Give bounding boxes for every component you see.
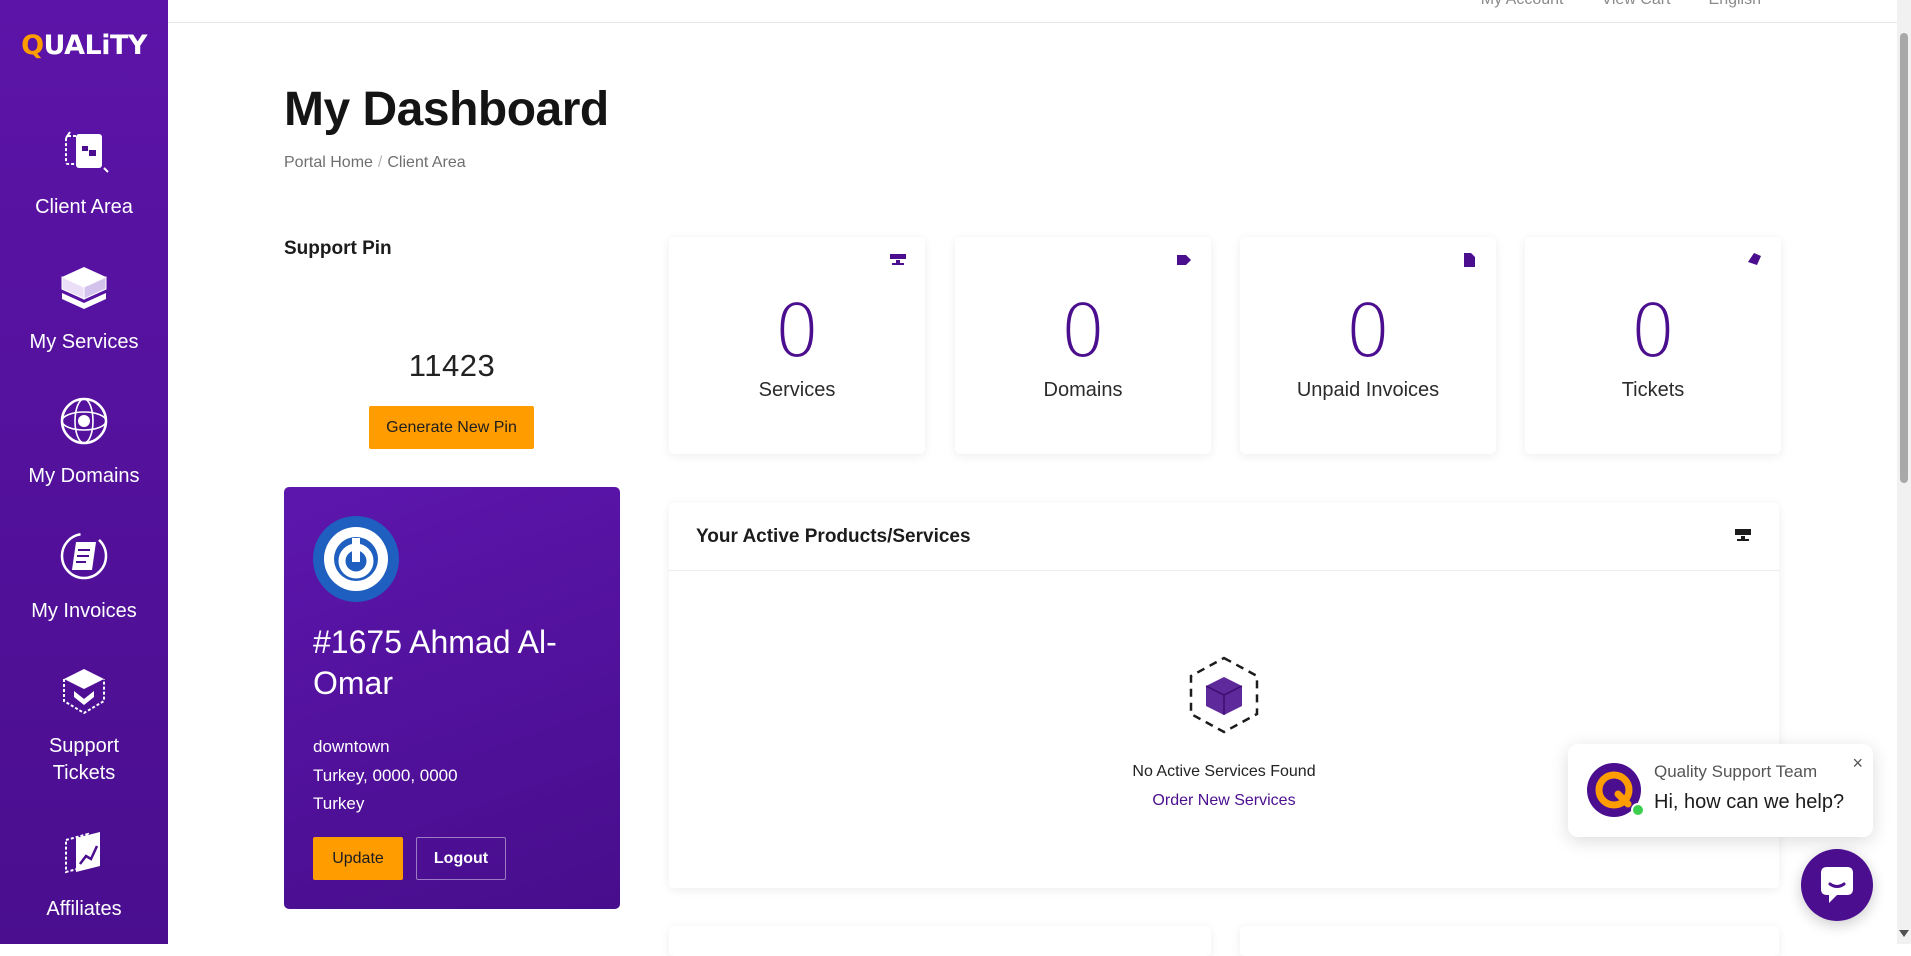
my-account-link[interactable]: My Account bbox=[1481, 0, 1564, 9]
document-icon bbox=[1464, 253, 1475, 267]
profile-card: #1675 Ahmad Al-Omar downtown Turkey, 000… bbox=[284, 487, 620, 909]
stat-label: Domains bbox=[1043, 379, 1123, 401]
top-bar: My Account View Cart English bbox=[168, 0, 1911, 23]
lower-card-left bbox=[669, 926, 1211, 956]
sidebar-item-label: My Invoices bbox=[31, 600, 137, 622]
chat-team-name: Quality Support Team bbox=[1654, 762, 1818, 781]
stat-tile-unpaid-invoices[interactable]: 0 Unpaid Invoices bbox=[1240, 237, 1496, 454]
view-cart-link[interactable]: View Cart bbox=[1601, 0, 1670, 9]
sidebar-item-my-domains[interactable]: My Domains bbox=[0, 393, 168, 490]
chat-icon bbox=[1821, 867, 1853, 903]
affiliates-chart-icon bbox=[65, 832, 100, 874]
stat-tile-tickets[interactable]: 0 Tickets bbox=[1525, 237, 1781, 454]
server-icon bbox=[1735, 529, 1751, 541]
ticket-box-icon bbox=[63, 669, 105, 715]
online-status-dot bbox=[1631, 803, 1645, 817]
tag-icon bbox=[1177, 255, 1191, 265]
address-line-3: Turkey bbox=[313, 794, 365, 813]
support-pin-value: 11423 bbox=[408, 348, 496, 383]
sidebar-item-support-tickets[interactable]: Support Tickets bbox=[0, 663, 168, 787]
page-scrollbar[interactable] bbox=[1897, 0, 1911, 944]
chat-launcher-button[interactable] bbox=[1801, 849, 1873, 921]
sidebar-item-my-invoices[interactable]: My Invoices bbox=[0, 528, 168, 625]
close-icon[interactable]: × bbox=[1852, 754, 1863, 772]
sidebar-item-label: Client Area bbox=[35, 196, 133, 218]
stat-label: Tickets bbox=[1621, 379, 1685, 401]
scroll-down-arrow-icon[interactable] bbox=[1899, 930, 1909, 937]
stat-value: 0 bbox=[1345, 289, 1391, 373]
empty-box-icon bbox=[1189, 656, 1259, 734]
chat-message: Hi, how can we help? bbox=[1654, 791, 1845, 813]
ticket-icon bbox=[1748, 253, 1761, 265]
sidebar-item-label: Support Tickets bbox=[48, 735, 120, 784]
stat-label: Services bbox=[758, 379, 836, 401]
avatar bbox=[313, 516, 399, 602]
sidebar-item-label: My Services bbox=[29, 331, 139, 353]
update-button[interactable]: Update bbox=[313, 837, 403, 880]
sidebar-item-label: Affiliates bbox=[46, 898, 122, 920]
chat-greeting-bubble[interactable]: Quality Support Team Hi, how can we help… bbox=[1568, 744, 1873, 837]
scrollbar-thumb[interactable] bbox=[1900, 33, 1908, 483]
breadcrumb-client-area: Client Area bbox=[387, 154, 466, 171]
power-icon bbox=[324, 527, 388, 591]
profile-name: #1675 Ahmad Al-Omar bbox=[313, 624, 557, 701]
sidebar-item-client-area[interactable]: Client Area bbox=[0, 124, 168, 221]
language-selector[interactable]: English bbox=[1709, 0, 1761, 9]
logout-button[interactable]: Logout bbox=[416, 837, 506, 880]
address-line-2: Turkey, 0000, 0000 bbox=[313, 766, 458, 785]
stat-tile-domains[interactable]: 0 Domains bbox=[955, 237, 1211, 454]
address-line-1: downtown bbox=[313, 737, 390, 756]
support-pin-title: Support Pin bbox=[284, 238, 392, 259]
lower-card-right bbox=[1240, 926, 1779, 956]
stat-value: 0 bbox=[1630, 289, 1676, 373]
breadcrumb-portal-home[interactable]: Portal Home bbox=[284, 154, 373, 171]
services-box-icon bbox=[61, 267, 107, 309]
client-area-icon bbox=[65, 131, 109, 173]
sidebar: QUALiTY Client Area My Services My Domai… bbox=[0, 0, 168, 944]
stat-tile-services[interactable]: 0 Services bbox=[669, 237, 925, 454]
panel-title: Your Active Products/Services bbox=[696, 526, 971, 547]
server-icon bbox=[890, 254, 906, 265]
sidebar-item-label: My Domains bbox=[28, 465, 140, 487]
breadcrumb: Portal Home / Client Area bbox=[284, 154, 466, 171]
sidebar-item-affiliates[interactable]: Affiliates bbox=[0, 826, 168, 923]
invoice-icon bbox=[60, 532, 108, 580]
stat-label: Unpaid Invoices bbox=[1296, 379, 1440, 401]
generate-new-pin-button[interactable]: Generate New Pin bbox=[369, 406, 534, 449]
stat-value: 0 bbox=[774, 289, 820, 373]
stat-value: 0 bbox=[1060, 289, 1106, 373]
panel-header: Your Active Products/Services bbox=[669, 503, 1779, 571]
quality-logo[interactable]: QUALiTY bbox=[0, 30, 168, 61]
sidebar-item-my-services[interactable]: My Services bbox=[0, 259, 168, 356]
page-title: My Dashboard bbox=[284, 83, 609, 136]
globe-icon bbox=[60, 397, 108, 445]
